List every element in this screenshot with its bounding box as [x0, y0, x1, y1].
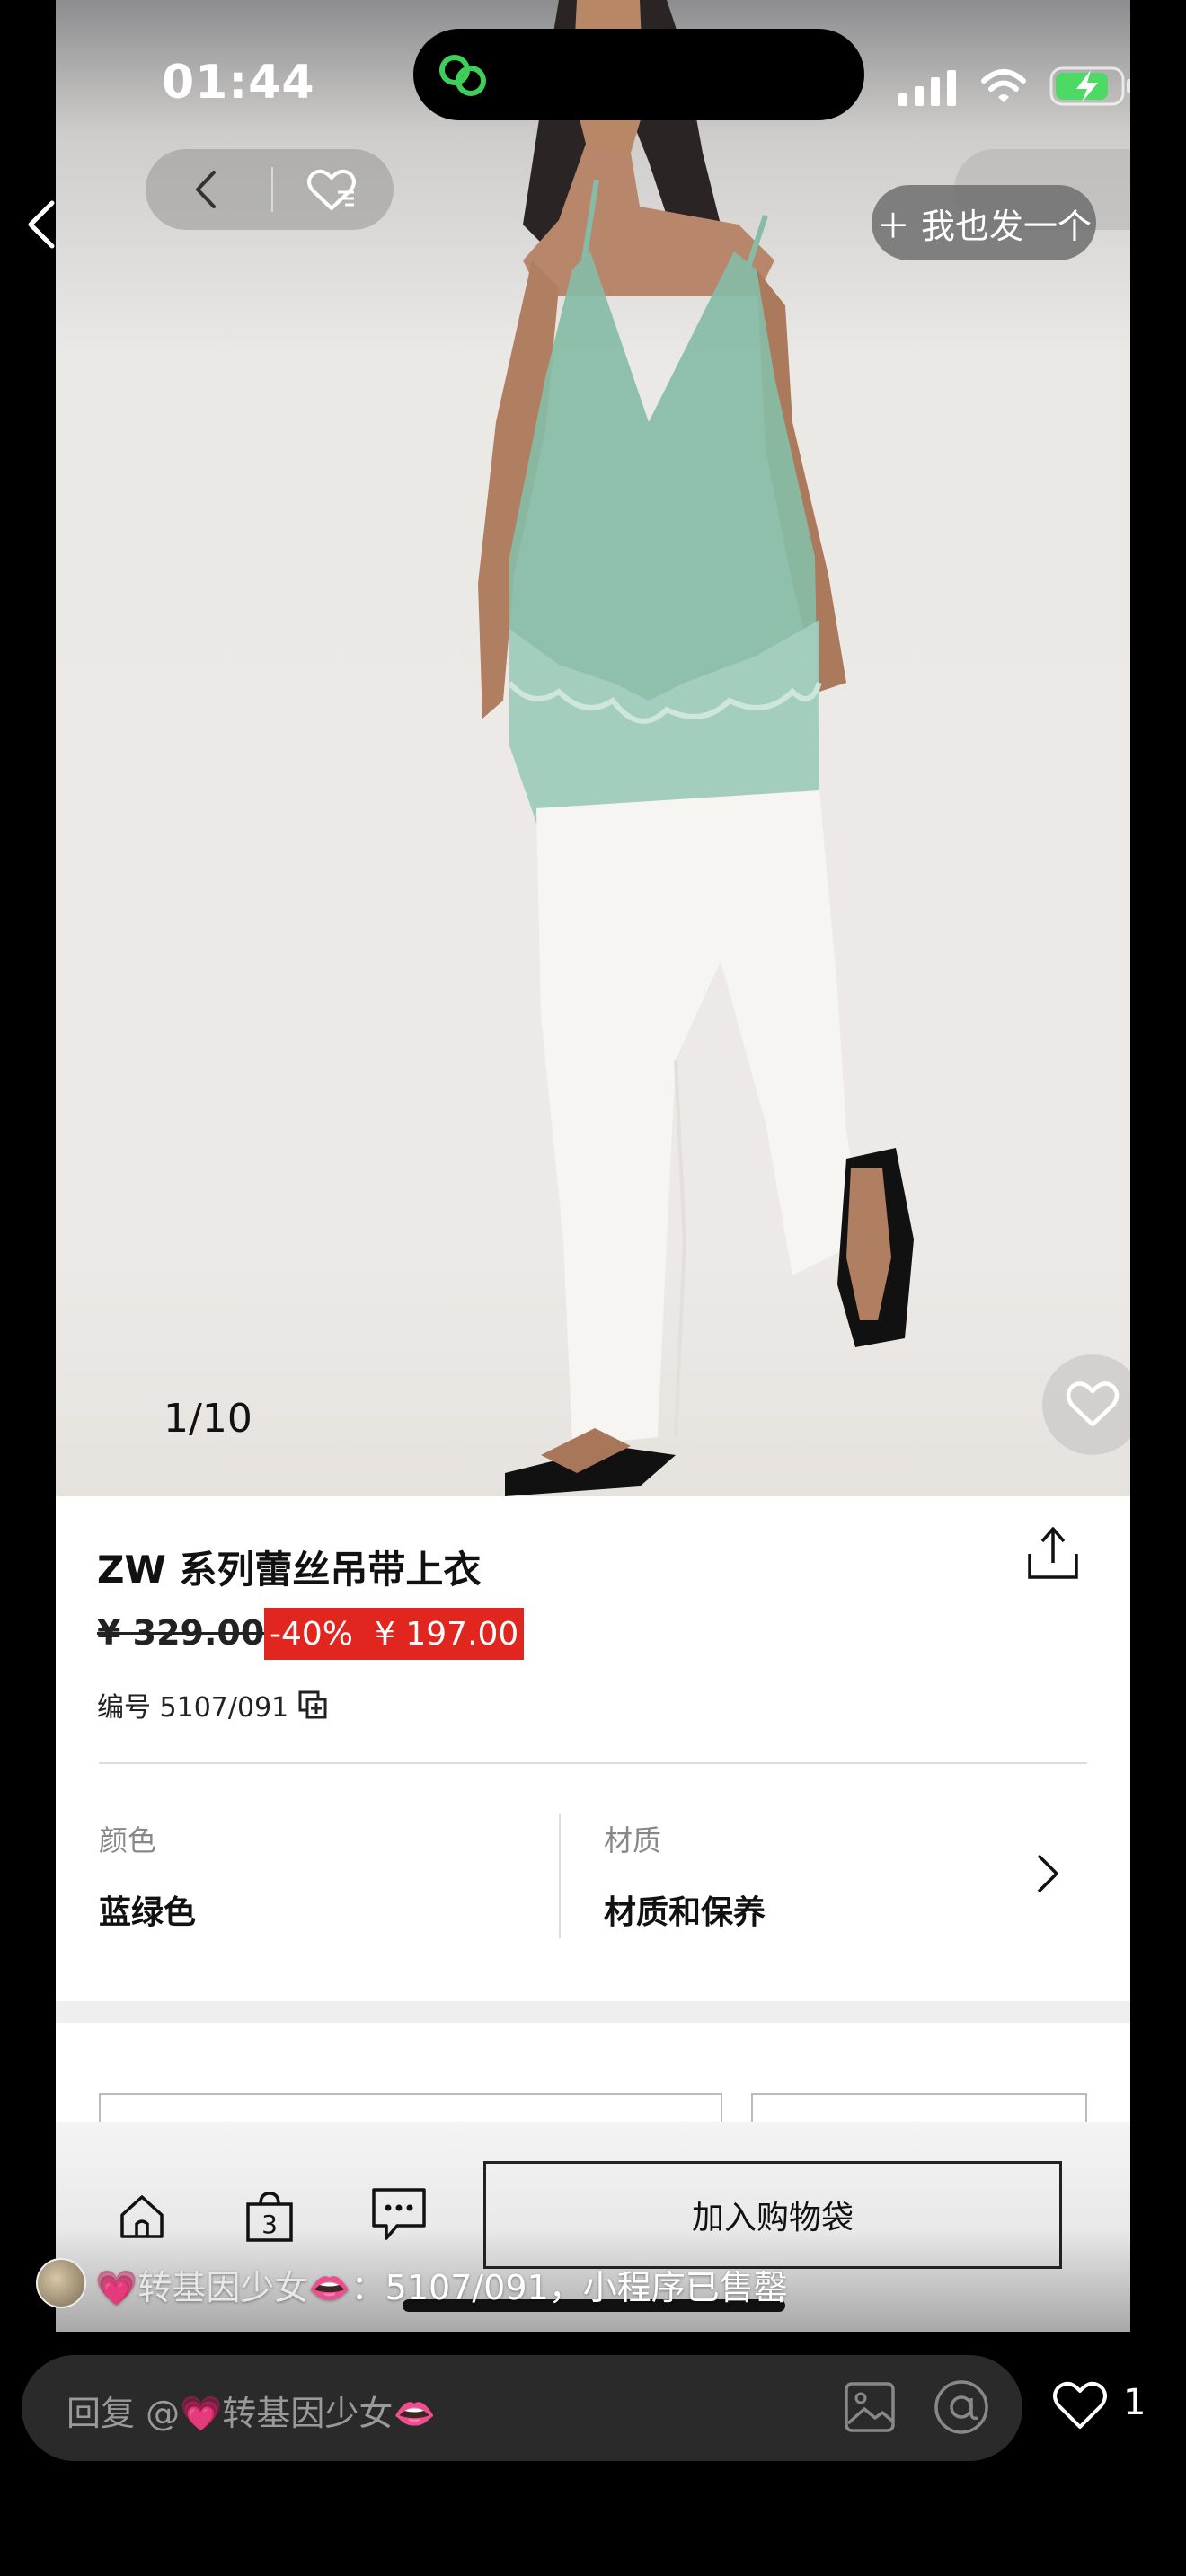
post-also-button[interactable]: ＋ 我也发一个	[872, 185, 1096, 260]
comment-body: ：5107/091，小程序已售罄	[350, 2268, 788, 2307]
color-label: 颜色	[99, 1823, 157, 1857]
back-icon[interactable]	[189, 167, 225, 212]
reply-target-name: 转基因少女	[222, 2394, 394, 2433]
color-value[interactable]: 蓝绿色	[99, 1886, 196, 1933]
home-icon[interactable]	[117, 2192, 167, 2242]
nav-divider	[271, 167, 273, 212]
divider	[99, 1762, 1087, 1764]
heart-emoji: 💗	[95, 2268, 138, 2307]
mention-icon[interactable]	[933, 2378, 990, 2436]
wishlist-heart-icon[interactable]	[304, 167, 359, 214]
like-count: 1	[1123, 2382, 1146, 2423]
bag-count: 3	[261, 2210, 278, 2239]
image-page-indicator: 1/10	[164, 1396, 252, 1442]
material-label: 材质	[604, 1823, 662, 1857]
column-divider	[559, 1814, 561, 1938]
post-back-icon[interactable]	[25, 199, 58, 250]
shared-screenshot: 01:44 1/10 ZW 系列蕾丝吊带上衣 ¥ 329.00 -40% ¥ 1…	[56, 0, 1130, 2332]
heart-emoji: 💗	[180, 2394, 223, 2433]
section-separator	[56, 2001, 1130, 2023]
wifi-icon	[981, 69, 1026, 102]
sale-price-badge: -40% ¥ 197.00	[264, 1608, 525, 1660]
sku-row: 编号 5107/091	[97, 1685, 328, 1725]
add-to-bag-button[interactable]: 加入购物袋	[483, 2161, 1062, 2269]
share-icon[interactable]	[1024, 1523, 1082, 1583]
reply-placeholder[interactable]: 回复 @💗转基因少女👄	[66, 2386, 436, 2435]
copy-icon[interactable]	[297, 1689, 328, 1720]
product-title: ZW 系列蕾丝吊带上衣	[97, 1548, 482, 1592]
commenter-avatar[interactable]	[36, 2258, 86, 2308]
heart-icon	[1066, 1381, 1120, 1427]
discount-percent: -40%	[270, 1615, 354, 1653]
battery-charging-icon	[1049, 66, 1130, 106]
reply-prefix: 回复 @	[66, 2394, 181, 2433]
sale-price: ¥ 197.00	[375, 1615, 519, 1653]
sku-label: 编号 5107/091	[97, 1692, 289, 1724]
lips-emoji: 👄	[308, 2268, 351, 2307]
lips-emoji: 👄	[393, 2394, 436, 2433]
like-heart-icon[interactable]	[1051, 2380, 1109, 2432]
image-icon[interactable]	[843, 2380, 897, 2434]
cellular-signal-icon	[898, 70, 956, 106]
material-care-link[interactable]: 材质和保养	[604, 1886, 766, 1933]
chevron-right-icon[interactable]	[1031, 1848, 1062, 1899]
chat-icon[interactable]	[370, 2186, 428, 2242]
commenter-name[interactable]: 转基因少女	[137, 2268, 308, 2307]
shopping-bag-icon[interactable]: 3	[244, 2188, 295, 2244]
status-time: 01:44	[162, 56, 315, 110]
original-price: ¥ 329.00	[97, 1613, 265, 1653]
link-icon	[439, 55, 486, 96]
comment[interactable]: 💗转基因少女👄：5107/091，小程序已售罄	[95, 2260, 788, 2309]
